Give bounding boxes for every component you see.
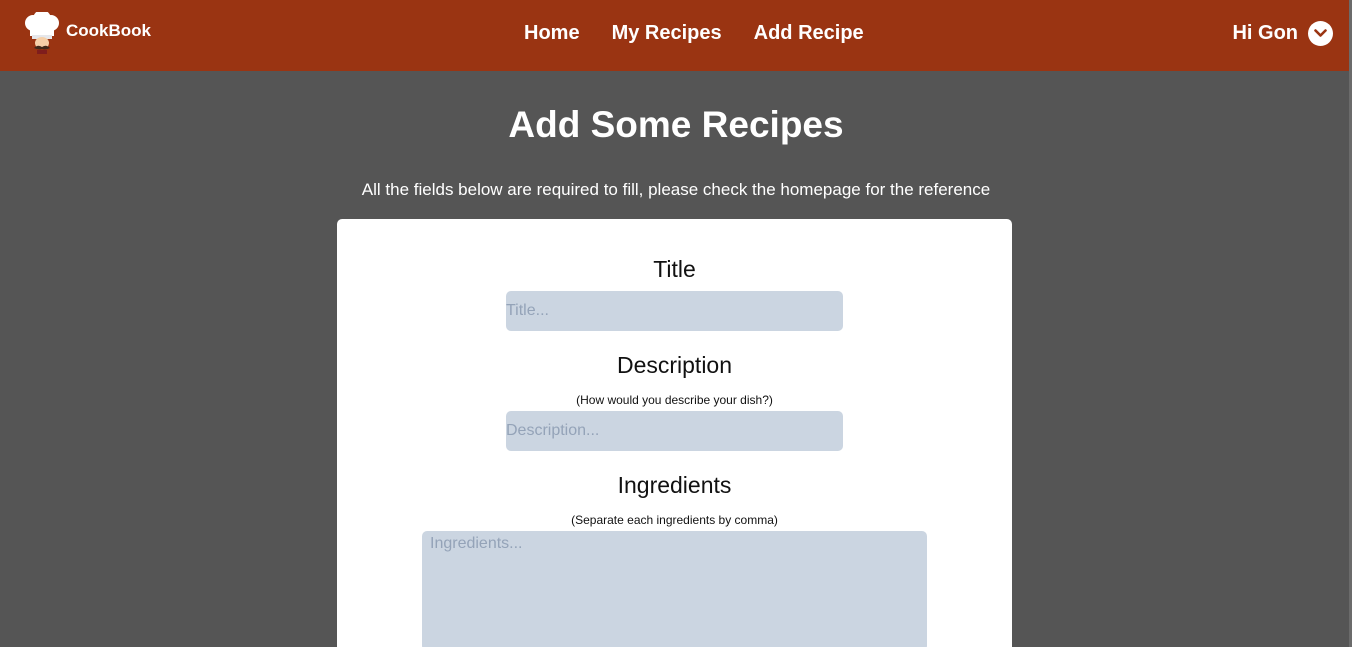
nav-my-recipes[interactable]: My Recipes — [612, 20, 722, 46]
ingredients-textarea[interactable] — [422, 531, 927, 647]
ingredients-hint: (Separate each ingredients by comma) — [571, 513, 778, 527]
nav-home[interactable]: Home — [524, 20, 580, 46]
page-subtitle: All the fields below are required to fil… — [361, 180, 991, 199]
brand-logo-link[interactable]: CookBook — [22, 12, 151, 54]
chevron-down-icon[interactable] — [1308, 20, 1333, 46]
brand-name: CookBook — [66, 21, 151, 40]
description-input[interactable] — [506, 411, 843, 451]
title-label: Title — [653, 256, 696, 282]
ingredients-label: Ingredients — [617, 472, 732, 498]
chef-hat-icon — [25, 12, 59, 54]
user-greeting: Hi Gon — [1232, 22, 1298, 44]
page-title: Add Some Recipes — [508, 104, 844, 145]
main-nav: Home My Recipes Add Recipe — [524, 20, 864, 46]
add-recipe-form: Title Description (How would you describ… — [337, 219, 1012, 647]
description-label: Description — [616, 352, 733, 378]
nav-add-recipe[interactable]: Add Recipe — [754, 20, 864, 46]
title-input[interactable] — [506, 291, 843, 331]
description-hint: (How would you describe your dish?) — [576, 393, 773, 407]
user-menu[interactable]: Hi Gon — [1232, 20, 1333, 46]
navbar: CookBook Home My Recipes Add Recipe Hi G… — [0, 0, 1352, 71]
